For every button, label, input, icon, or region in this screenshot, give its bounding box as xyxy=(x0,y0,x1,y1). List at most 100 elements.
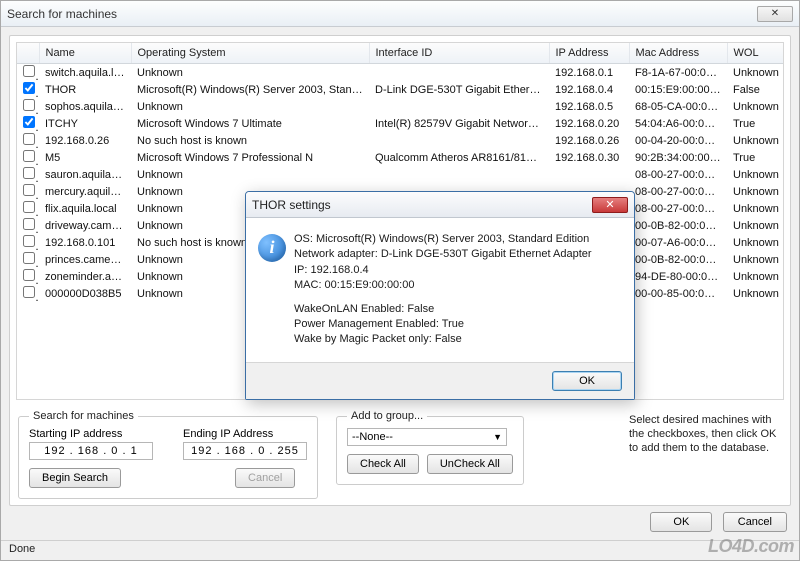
dialog-text: OS: Microsoft(R) Windows(R) Server 2003,… xyxy=(294,232,592,348)
col-os[interactable]: Operating System xyxy=(131,43,369,64)
cell-name: 000000D038B5 xyxy=(39,285,131,302)
cell-name: flix.aquila.local xyxy=(39,200,131,217)
dialog-close-button[interactable]: ✕ xyxy=(592,197,628,213)
col-interface[interactable]: Interface ID xyxy=(369,43,549,64)
ok-button[interactable]: OK xyxy=(650,512,712,532)
row-checkbox[interactable] xyxy=(23,150,35,162)
row-checkbox[interactable] xyxy=(23,235,35,247)
window-title: Search for machines xyxy=(7,7,117,21)
cell-wol: Unknown xyxy=(727,183,784,200)
cell-wol: False xyxy=(727,81,784,98)
cell-ip xyxy=(549,166,629,183)
cell-wol: Unknown xyxy=(727,132,784,149)
cell-wol: True xyxy=(727,115,784,132)
cell-ip: 192.168.0.1 xyxy=(549,64,629,82)
dialog-body: i OS: Microsoft(R) Windows(R) Server 200… xyxy=(246,218,634,362)
table-row[interactable]: ITCHYMicrosoft Windows 7 UltimateIntel(R… xyxy=(17,115,784,132)
table-row[interactable]: switch.aquila.localUnknown192.168.0.1F8-… xyxy=(17,64,784,82)
search-legend: Search for machines xyxy=(29,410,138,422)
row-checkbox[interactable] xyxy=(23,65,35,77)
dialog-title: THOR settings xyxy=(252,198,331,212)
cell-name: zoneminder.aquil... xyxy=(39,268,131,285)
cell-os: Microsoft Windows 7 Ultimate xyxy=(131,115,369,132)
table-row[interactable]: THORMicrosoft(R) Windows(R) Server 2003,… xyxy=(17,81,784,98)
table-row[interactable]: M5Microsoft Windows 7 Professional NQual… xyxy=(17,149,784,166)
cell-interface xyxy=(369,64,549,82)
col-wol[interactable]: WOL xyxy=(727,43,784,64)
dialog-footer: OK xyxy=(246,362,634,399)
table-row[interactable]: sophos.aquila.lo...Unknown192.168.0.568-… xyxy=(17,98,784,115)
start-ip-input[interactable]: 192 . 168 . 0 . 1 xyxy=(29,442,153,460)
cell-name: ITCHY xyxy=(39,115,131,132)
cell-os: Microsoft(R) Windows(R) Server 2003, Sta… xyxy=(131,81,369,98)
cell-os: Unknown xyxy=(131,98,369,115)
cell-mac: 00-07-A6-00:00:00 xyxy=(629,234,727,251)
lower-controls: Search for machines Starting IP address … xyxy=(16,410,784,499)
check-all-button[interactable]: Check All xyxy=(347,454,419,474)
cell-interface: Intel(R) 82579V Gigabit Network Conn... xyxy=(369,115,549,132)
window-close-button[interactable]: ✕ xyxy=(757,6,793,22)
table-row[interactable]: 192.168.0.26No such host is known192.168… xyxy=(17,132,784,149)
chevron-down-icon: ▼ xyxy=(493,432,502,442)
row-checkbox[interactable] xyxy=(23,269,35,281)
row-checkbox[interactable] xyxy=(23,184,35,196)
info-icon: i xyxy=(258,234,286,262)
row-checkbox[interactable] xyxy=(23,133,35,145)
cell-ip: 192.168.0.5 xyxy=(549,98,629,115)
thor-settings-dialog: THOR settings ✕ i OS: Microsoft(R) Windo… xyxy=(245,191,635,400)
row-checkbox[interactable] xyxy=(23,99,35,111)
status-text: Done xyxy=(9,543,35,555)
cell-os: No such host is known xyxy=(131,132,369,149)
titlebar: Search for machines ✕ xyxy=(1,1,799,27)
row-checkbox[interactable] xyxy=(23,82,35,94)
dialog-line-mac: MAC: 00:15:E9:00:00:00 xyxy=(294,278,592,293)
cell-wol: Unknown xyxy=(727,268,784,285)
cell-wol: Unknown xyxy=(727,285,784,302)
cell-name: driveway.camer... xyxy=(39,217,131,234)
cell-mac: 00-00-85-00:00:00 xyxy=(629,285,727,302)
cell-mac: 00:15:E9:00:00:00 xyxy=(629,81,727,98)
cancel-button[interactable]: Cancel xyxy=(723,512,787,532)
table-row[interactable]: sauron.aquila.lo...Unknown08-00-27-00:00… xyxy=(17,166,784,183)
cell-mac: 00-0B-82-00:00:00 xyxy=(629,251,727,268)
cell-wol: Unknown xyxy=(727,166,784,183)
row-checkbox[interactable] xyxy=(23,252,35,264)
row-checkbox[interactable] xyxy=(23,286,35,298)
cell-mac: 00-0B-82-00:00:00 xyxy=(629,217,727,234)
begin-search-button[interactable]: Begin Search xyxy=(29,468,121,488)
cell-wol: True xyxy=(727,149,784,166)
col-mac[interactable]: Mac Address xyxy=(629,43,727,64)
col-ip[interactable]: IP Address xyxy=(549,43,629,64)
row-checkbox[interactable] xyxy=(23,201,35,213)
cell-name: 192.168.0.26 xyxy=(39,132,131,149)
table-header-row: Name Operating System Interface ID IP Ad… xyxy=(17,43,784,64)
cell-mac: 68-05-CA-00:00:00 xyxy=(629,98,727,115)
main-panel: Name Operating System Interface ID IP Ad… xyxy=(9,35,791,506)
window-body: Name Operating System Interface ID IP Ad… xyxy=(1,27,799,540)
cell-name: switch.aquila.local xyxy=(39,64,131,82)
row-checkbox[interactable] xyxy=(23,116,35,128)
cell-mac: 08-00-27-00:00:00 xyxy=(629,166,727,183)
dialog-line-adapter: Network adapter: D-Link DGE-530T Gigabit… xyxy=(294,247,592,262)
cell-mac: 90:2B:34:00:00:00 xyxy=(629,149,727,166)
cell-ip: 192.168.0.20 xyxy=(549,115,629,132)
cell-name: THOR xyxy=(39,81,131,98)
end-ip-input[interactable]: 192 . 168 . 0 . 255 xyxy=(183,442,307,460)
cell-mac: F8-1A-67-00:00:00 xyxy=(629,64,727,82)
cell-mac: 08-00-27-00:00:00 xyxy=(629,183,727,200)
row-checkbox[interactable] xyxy=(23,218,35,230)
col-name[interactable]: Name xyxy=(39,43,131,64)
cell-os: Unknown xyxy=(131,166,369,183)
col-checkbox[interactable] xyxy=(17,43,39,64)
row-checkbox[interactable] xyxy=(23,167,35,179)
search-cancel-button: Cancel xyxy=(235,468,295,488)
uncheck-all-button[interactable]: UnCheck All xyxy=(427,454,513,474)
cell-wol: Unknown xyxy=(727,217,784,234)
help-text: Select desired machines with the checkbo… xyxy=(629,414,784,455)
group-selected-label: --None-- xyxy=(352,431,393,443)
dialog-ok-button[interactable]: OK xyxy=(552,371,622,391)
group-select[interactable]: --None-- ▼ xyxy=(347,428,507,446)
cell-wol: Unknown xyxy=(727,251,784,268)
dialog-line-os: OS: Microsoft(R) Windows(R) Server 2003,… xyxy=(294,232,592,247)
start-ip-label: Starting IP address xyxy=(29,428,153,440)
